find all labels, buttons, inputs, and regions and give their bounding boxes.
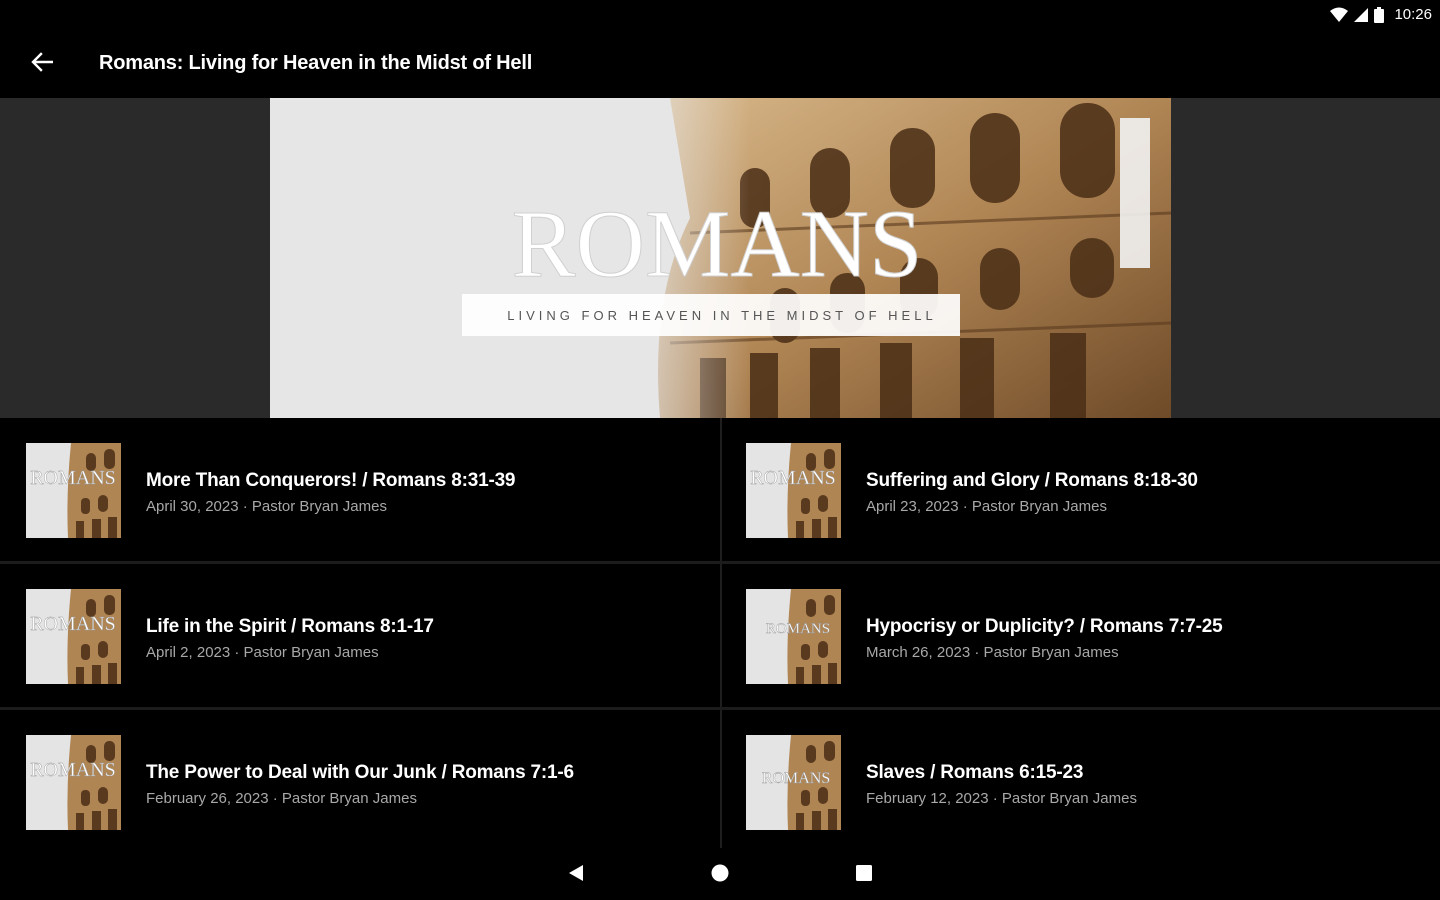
thumbnail-title: ROMANS <box>766 621 830 637</box>
sermon-thumbnail: ROMANS <box>746 589 841 684</box>
system-navigation-bar <box>0 848 1440 900</box>
page-title: Romans: Living for Heaven in the Midst o… <box>99 52 533 74</box>
nav-back-button[interactable] <box>563 862 589 888</box>
sermon-subtitle: February 26, 2023 · Pastor Bryan James <box>146 790 417 807</box>
sermon-list: ROMANS More Than Conquerors! / Romans 8:… <box>0 418 1440 848</box>
sermon-subtitle: March 26, 2023 · Pastor Bryan James <box>866 644 1119 661</box>
sermon-subtitle: February 12, 2023 · Pastor Bryan James <box>866 790 1137 807</box>
thumbnail-title: ROMANS <box>30 759 116 781</box>
square-recents-icon <box>854 863 874 888</box>
circle-home-icon <box>710 863 730 888</box>
nav-recents-button[interactable] <box>851 862 877 888</box>
triangle-back-icon <box>566 863 586 888</box>
sermon-title: Suffering and Glory / Romans 8:18-30 <box>866 470 1198 491</box>
sermon-list-item[interactable]: ROMANS More Than Conquerors! / Romans 8:… <box>0 418 720 562</box>
thumbnail-title: ROMANS <box>750 467 836 489</box>
status-bar: 10:26 <box>0 0 1440 30</box>
sermon-list-item[interactable]: ROMANS Hypocrisy or Duplicity? / Romans … <box>720 564 1440 708</box>
sermon-title: More Than Conquerors! / Romans 8:31-39 <box>146 470 516 491</box>
sermon-thumbnail: ROMANS <box>26 589 121 684</box>
wifi-icon <box>1330 7 1349 23</box>
sermon-title: Slaves / Romans 6:15-23 <box>866 762 1084 783</box>
nav-home-button[interactable] <box>707 862 733 888</box>
banner-title: ROMANS <box>512 190 923 297</box>
signal-icon <box>1354 7 1369 22</box>
sermon-thumbnail: ROMANS <box>746 735 841 830</box>
sermon-list-item[interactable]: ROMANS Slaves / Romans 6:15-23 February … <box>720 710 1440 854</box>
sermon-subtitle: April 2, 2023 · Pastor Bryan James <box>146 644 379 661</box>
back-button[interactable] <box>22 44 62 84</box>
banner-subtitle: LIVING FOR HEAVEN IN THE MIDST OF HELL <box>507 308 936 323</box>
sermon-list-item[interactable]: ROMANS The Power to Deal with Our Junk /… <box>0 710 720 854</box>
sermon-subtitle: April 30, 2023 · Pastor Bryan James <box>146 498 387 515</box>
sermon-subtitle: April 23, 2023 · Pastor Bryan James <box>866 498 1107 515</box>
thumbnail-title: ROMANS <box>30 467 116 489</box>
sermon-title: The Power to Deal with Our Junk / Romans… <box>146 762 574 783</box>
arrow-left-icon <box>31 51 54 77</box>
sermon-thumbnail: ROMANS <box>26 735 121 830</box>
sermon-list-item[interactable]: ROMANS Life in the Spirit / Romans 8:1-1… <box>0 564 720 708</box>
thumbnail-title: ROMANS <box>762 770 830 787</box>
series-banner-image: ROMANS LIVING FOR HEAVEN IN THE MIDST OF… <box>270 98 1171 418</box>
sermon-title: Hypocrisy or Duplicity? / Romans 7:7-25 <box>866 616 1223 637</box>
sermon-thumbnail: ROMANS <box>26 443 121 538</box>
app-bar: Romans: Living for Heaven in the Midst o… <box>0 30 1440 98</box>
thumbnail-title: ROMANS <box>30 613 116 635</box>
battery-icon <box>1374 6 1385 23</box>
status-time: 10:26 <box>1394 6 1432 23</box>
sermon-list-item[interactable]: ROMANS Suffering and Glory / Romans 8:18… <box>720 418 1440 562</box>
status-icons: 10:26 <box>1330 6 1432 23</box>
banner-area: ROMANS LIVING FOR HEAVEN IN THE MIDST OF… <box>0 98 1440 418</box>
sermon-title: Life in the Spirit / Romans 8:1-17 <box>146 616 434 637</box>
sermon-thumbnail: ROMANS <box>746 443 841 538</box>
